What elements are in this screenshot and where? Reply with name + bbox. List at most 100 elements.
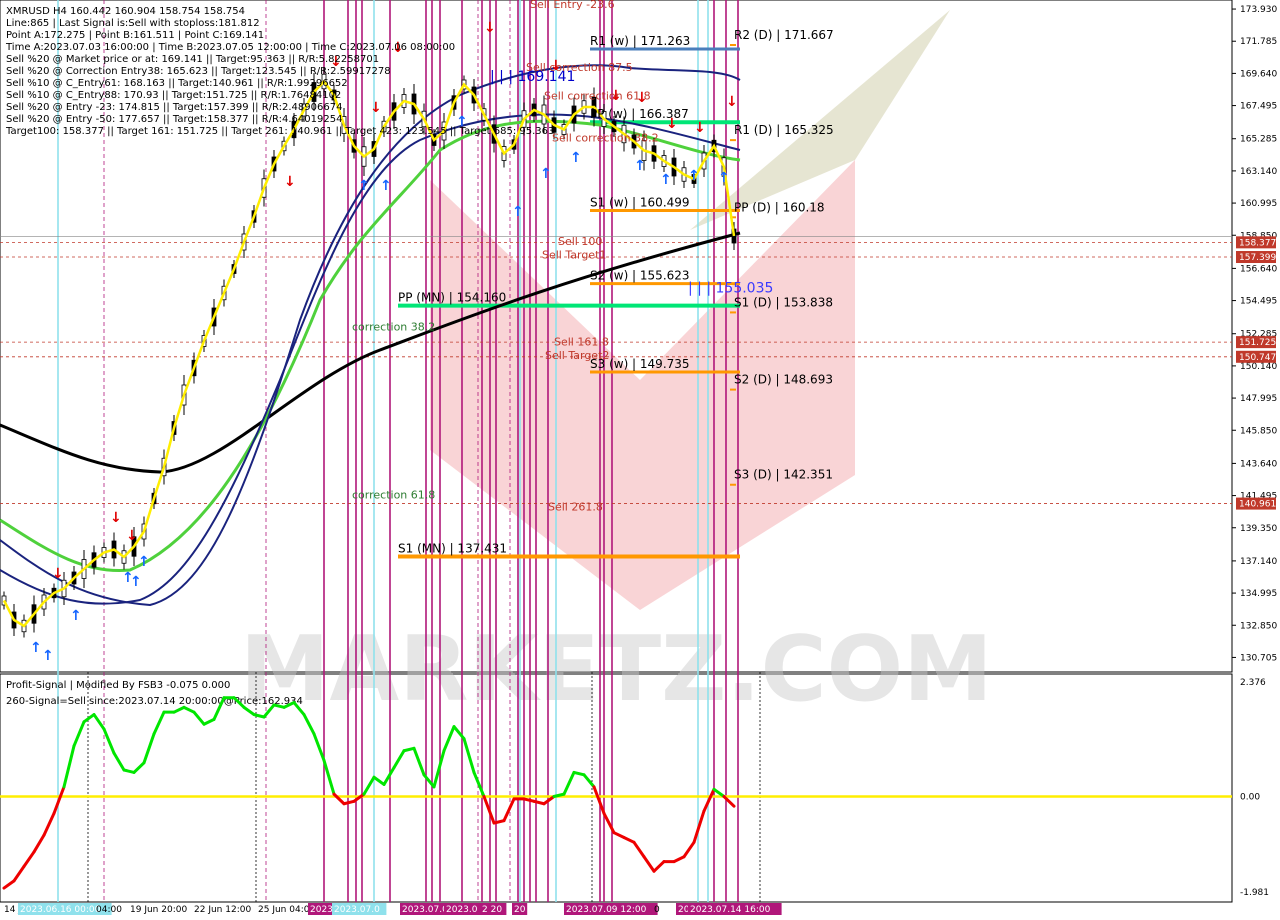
annotation-label: Sell 261.8 bbox=[548, 501, 603, 514]
date-label: 20 bbox=[678, 905, 690, 915]
date-label: 2023.07.14 16:00 bbox=[690, 905, 771, 915]
indicator-title: Profit-Signal | Modified By FSB3 -0.075 … bbox=[6, 680, 230, 691]
price-tag-label: 158.377 bbox=[1239, 238, 1276, 248]
annotation-label: Sell correction 38.2 bbox=[552, 132, 659, 145]
indicator-subtitle: 260-Signal=Sell since:2023.07.14 20:00:0… bbox=[6, 696, 303, 707]
price-tick-label: 171.785 bbox=[1240, 37, 1277, 47]
date-label: 2023 bbox=[310, 905, 333, 915]
date-label: 2023.07.0 bbox=[402, 905, 448, 915]
sell-arrow-icon: ↓ bbox=[666, 116, 678, 132]
annotation-label: Sell correction 61.8 bbox=[544, 90, 651, 103]
date-label: 0 bbox=[654, 905, 660, 915]
info-line: Sell %20 @ Market price or at: 169.141 |… bbox=[6, 54, 379, 65]
price-tick-label: 167.495 bbox=[1240, 102, 1277, 112]
sell-arrow-icon: ↓ bbox=[370, 100, 382, 116]
buy-arrow-icon: ↑ bbox=[130, 574, 142, 590]
chart-canvas: MARKETZ.COM R2 (D) | 171.667 R1 (w) | 171… bbox=[0, 0, 1277, 915]
price-tick-label: 165.285 bbox=[1240, 135, 1277, 145]
info-line: Sell %20 @ Correction Entry38: 165.623 |… bbox=[6, 66, 391, 77]
price-tick-label: 173.930 bbox=[1240, 5, 1277, 15]
info-line: Sell %20 @ Entry -50: 177.657 || Target:… bbox=[6, 114, 342, 125]
pivot-label: PP (MN) | 154.160 bbox=[398, 291, 506, 305]
pivot-label: R1 (D) | 165.325 bbox=[734, 123, 834, 137]
date-label: 2023.06.16 00:00 bbox=[20, 905, 101, 915]
sell-arrow-icon: ↓ bbox=[284, 174, 296, 190]
time-axis: 14 Jun2023.06.16 00:0004:0019 Jun 20:002… bbox=[4, 903, 782, 915]
price-tag-label: 151.725 bbox=[1239, 338, 1276, 348]
date-label: 20 bbox=[514, 905, 526, 915]
price-tag-label: 157.399 bbox=[1239, 253, 1276, 263]
pivot-label: S3 (D) | 142.351 bbox=[734, 468, 833, 482]
indicator-tick-label: -1.981 bbox=[1240, 888, 1269, 898]
buy-arrow-icon: ↑ bbox=[688, 168, 700, 184]
buy-arrow-icon: ↑ bbox=[380, 178, 392, 194]
price-tick-label: 130.705 bbox=[1240, 653, 1277, 663]
pivot-label: S1 (MN) | 137.431 bbox=[398, 542, 507, 556]
price-tick-label: 147.995 bbox=[1240, 394, 1277, 404]
price-tick-label: 137.140 bbox=[1240, 557, 1277, 567]
sell-arrow-icon: ↓ bbox=[52, 566, 64, 582]
annotation-label: | | | 155.035 bbox=[688, 280, 773, 296]
annotation-label: correction 61.8 bbox=[352, 489, 435, 502]
buy-arrow-icon: ↑ bbox=[512, 204, 524, 220]
price-tick-label: 150.140 bbox=[1240, 362, 1277, 372]
pivot-label: S1 (w) | 160.499 bbox=[590, 196, 690, 210]
price-tick-label: 154.495 bbox=[1240, 297, 1277, 307]
buy-arrow-icon: ↑ bbox=[570, 150, 582, 166]
sell-arrow-icon: ↓ bbox=[550, 58, 562, 74]
date-label: 2023.07.0 bbox=[334, 905, 380, 915]
annotation-label: correction 38.2 bbox=[352, 321, 435, 334]
annotation-label: Sell correction 87.5 bbox=[526, 61, 633, 74]
info-line: Target100: 158.377 || Target 161: 151.72… bbox=[5, 126, 554, 137]
pivot-label: S2 (D) | 148.693 bbox=[734, 373, 833, 387]
price-tick-label: 169.640 bbox=[1240, 69, 1277, 79]
buy-arrow-icon: ↑ bbox=[634, 158, 646, 174]
price-tick-label: 132.850 bbox=[1240, 621, 1277, 631]
pivot-label: S1 (D) | 153.838 bbox=[734, 295, 833, 309]
watermark-text: MARKETZ.COM bbox=[240, 617, 993, 722]
date-label: 04:00 bbox=[96, 905, 122, 915]
pivot-label: S2 (w) | 155.623 bbox=[590, 269, 690, 283]
price-tick-label: 160.995 bbox=[1240, 199, 1277, 209]
date-label: 19 Jun 20:00 bbox=[130, 905, 187, 915]
sell-arrow-icon: ↓ bbox=[484, 20, 496, 36]
sell-arrow-icon: ↓ bbox=[694, 120, 706, 136]
date-label: 22 Jun 12:00 bbox=[194, 905, 251, 915]
date-label: 2023.0 bbox=[446, 905, 478, 915]
symbol-line: XMRUSD H4 160.442 160.904 158.754 158.75… bbox=[6, 6, 245, 17]
price-tick-label: 163.140 bbox=[1240, 167, 1277, 177]
sell-arrow-icon: ↓ bbox=[636, 90, 648, 106]
price-axis: 173.930 171.785 169.640 167.495 165.285 163.1… bbox=[1232, 5, 1277, 663]
pivot-label: PP (D) | 160.18 bbox=[734, 200, 825, 214]
price-tag-label: 140.961 bbox=[1239, 500, 1276, 510]
price-tick-label: 145.850 bbox=[1240, 426, 1277, 436]
info-line: Point A:172.275 | Point B:161.511 | Poin… bbox=[6, 30, 264, 41]
price-tick-label: 143.640 bbox=[1240, 459, 1277, 469]
price-tag-label: 150.747 bbox=[1239, 353, 1276, 363]
buy-arrow-icon: ↑ bbox=[540, 166, 552, 182]
price-tick-label: 156.640 bbox=[1240, 264, 1277, 274]
date-label: 2 20 bbox=[482, 905, 502, 915]
buy-arrow-icon: ↑ bbox=[660, 172, 672, 188]
annotation-label: Sell Entry -23.6 bbox=[530, 0, 615, 11]
pivot-label: R2 (D) | 171.667 bbox=[734, 28, 834, 42]
buy-arrow-icon: ↑ bbox=[42, 648, 54, 664]
info-line: Time A:2023.07.03 16:00:00 | Time B:2023… bbox=[5, 42, 455, 53]
annotation-label: Sell 161.8 bbox=[554, 336, 609, 349]
price-tick-label: 139.350 bbox=[1240, 524, 1277, 534]
indicator-axis: 2.376 0.00 -1.981 bbox=[1240, 678, 1269, 898]
pivot-label: R1 (w) | 171.263 bbox=[590, 34, 690, 48]
price-tick-label: 134.995 bbox=[1240, 589, 1277, 599]
annotation-label: Sell 100 bbox=[558, 235, 602, 248]
annotation-label: Sell Target1 bbox=[542, 249, 606, 262]
buy-arrow-icon: ↑ bbox=[30, 640, 42, 656]
annotation-label: Sell Target2 bbox=[545, 349, 609, 362]
sell-arrow-icon: ↓ bbox=[610, 88, 622, 104]
indicator-tick-label: 0.00 bbox=[1240, 793, 1260, 803]
chart-window: MARKETZ.COM R2 (D) | 171.667 R1 (w) | 171… bbox=[0, 0, 1280, 920]
info-line: Sell %10 @ C_Entry88: 170.93 || Target:1… bbox=[6, 90, 341, 101]
buy-arrow-icon: ↑ bbox=[358, 178, 370, 194]
info-line: Line:865 | Last Signal is:Sell with stop… bbox=[6, 18, 260, 29]
date-label: 2023.07.09 12:00 bbox=[566, 905, 647, 915]
info-line: Sell %20 @ Entry -23: 174.815 || Target:… bbox=[6, 102, 342, 113]
